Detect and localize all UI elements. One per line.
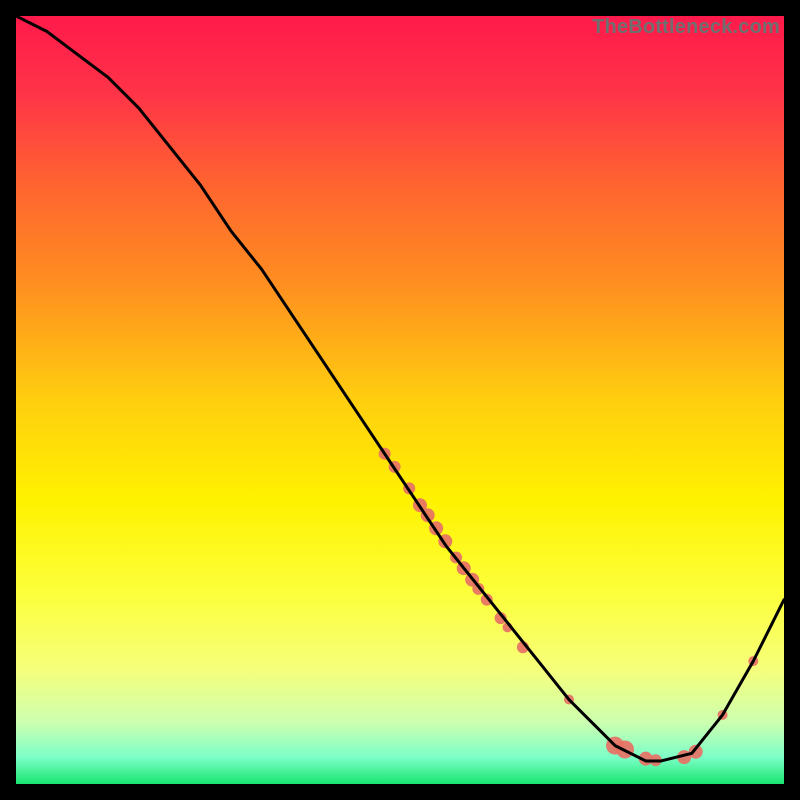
- watermark-label: TheBottleneck.com: [592, 16, 780, 39]
- plot-area: TheBottleneck.com: [16, 16, 784, 784]
- gradient-background: [16, 16, 784, 784]
- chart-root: TheBottleneck.com: [0, 0, 800, 800]
- chart-svg: [16, 16, 784, 784]
